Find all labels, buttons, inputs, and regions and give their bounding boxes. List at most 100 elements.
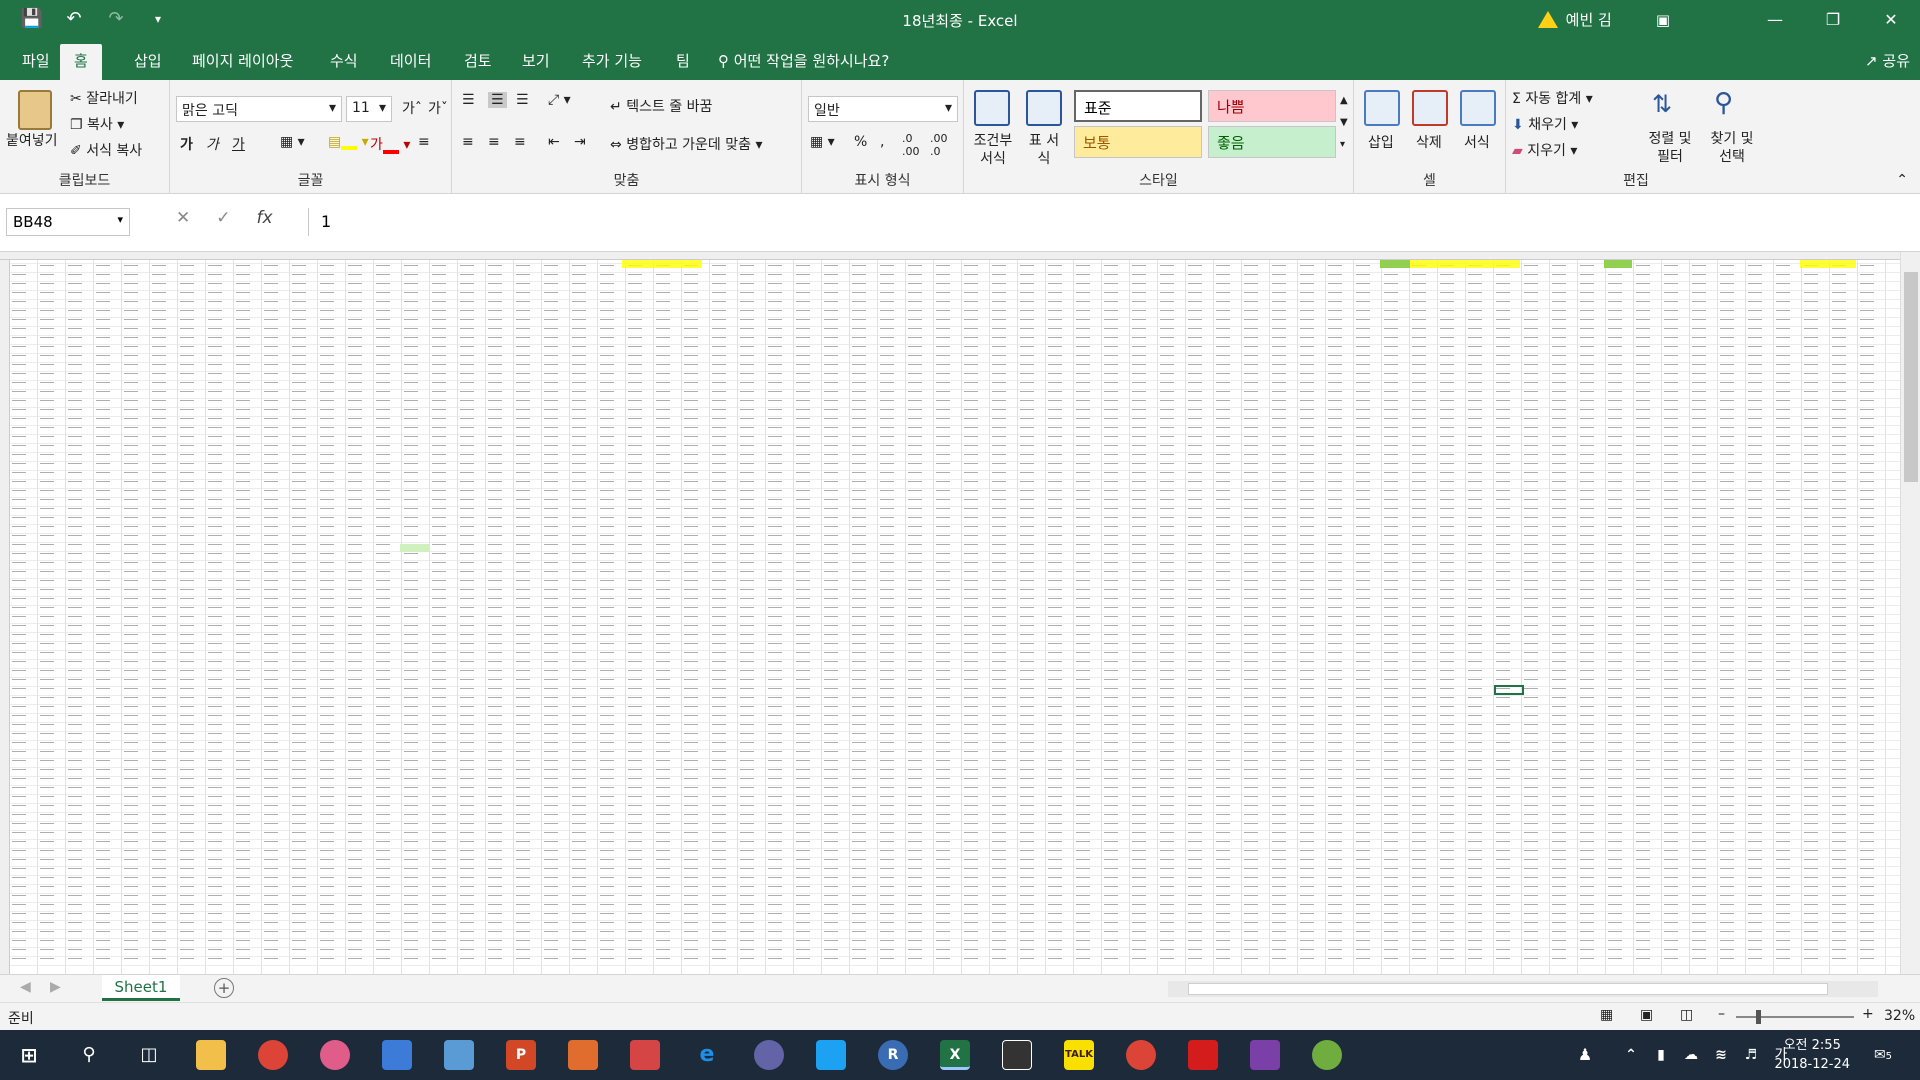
align-middle-button[interactable]: ☰ xyxy=(488,92,507,108)
zoom-out-icon[interactable]: – xyxy=(1718,1006,1725,1022)
find-select-button[interactable]: 찾기 및 선택 xyxy=(1704,130,1760,166)
capture-icon[interactable] xyxy=(630,1040,660,1070)
sort-filter-button[interactable]: 정렬 및 필터 xyxy=(1642,130,1698,166)
merge-center-button[interactable]: ⇔ 병합하고 가운데 맞춤 ▾ xyxy=(610,134,763,154)
visual-studio-icon[interactable] xyxy=(1250,1040,1280,1070)
bold-button[interactable]: 가 xyxy=(180,134,193,154)
chrome-icon-2[interactable] xyxy=(1126,1040,1156,1070)
table-format-button[interactable]: 표 서식 xyxy=(1026,132,1062,168)
notification-icon[interactable]: ✉5 xyxy=(1868,1040,1898,1070)
add-sheet-icon[interactable]: + xyxy=(214,978,234,998)
file-explorer-icon[interactable] xyxy=(196,1040,226,1070)
font-size-select[interactable]: 11 ▾ xyxy=(346,96,392,122)
row-headers[interactable] xyxy=(0,260,10,974)
page-break-view-icon[interactable]: ◫ xyxy=(1680,1007,1693,1023)
app-icon-2[interactable] xyxy=(754,1040,784,1070)
style-good[interactable]: 좋음 xyxy=(1208,126,1336,158)
border-button[interactable]: ▦ ▾ xyxy=(280,134,305,150)
active-cell[interactable] xyxy=(1494,685,1524,695)
r-icon[interactable]: R xyxy=(878,1040,908,1070)
normal-view-icon[interactable]: ▦ xyxy=(1600,1007,1613,1023)
page-layout-view-icon[interactable]: ▣ xyxy=(1640,1007,1653,1023)
sheet-tab-sheet1[interactable]: Sheet1 xyxy=(102,975,180,1001)
horizontal-scroll-thumb[interactable] xyxy=(1188,983,1828,995)
formula-input[interactable]: 1 xyxy=(308,208,1912,236)
cloud-icon[interactable]: ☁ xyxy=(1676,1040,1706,1070)
align-center-button[interactable]: ≡ xyxy=(488,134,500,150)
fill-button[interactable]: ⬇ 채우기 ▾ xyxy=(1512,114,1578,134)
italic-button[interactable]: 가 xyxy=(206,134,219,154)
cube-app-icon[interactable] xyxy=(444,1040,474,1070)
zoom-level[interactable]: 32% xyxy=(1884,1008,1915,1024)
acrobat-icon[interactable] xyxy=(1188,1040,1218,1070)
photos-icon[interactable] xyxy=(1002,1040,1032,1070)
font-grow-button[interactable]: 가ˆ xyxy=(402,98,422,118)
search-icon[interactable]: ⚲ xyxy=(74,1040,104,1070)
maximize-button[interactable]: ❐ xyxy=(1804,0,1862,40)
autosum-button[interactable]: Σ 자동 합계 ▾ xyxy=(1512,88,1593,108)
clock[interactable]: 오전 2:55 2018-12-24 xyxy=(1774,1036,1850,1074)
fill-color-button[interactable]: ▤ ▾ xyxy=(328,134,369,150)
minimize-button[interactable]: — xyxy=(1746,0,1804,40)
style-neutral[interactable]: 보통 xyxy=(1074,126,1202,158)
start-icon[interactable]: ⊞ xyxy=(14,1040,44,1070)
style-bad[interactable]: 나쁨 xyxy=(1208,90,1336,122)
align-top-button[interactable]: ☰ xyxy=(462,92,475,108)
share-button[interactable]: ↗ 공유 xyxy=(1865,50,1910,71)
tray-expand-icon[interactable]: ⌃ xyxy=(1616,1040,1646,1070)
clear-button[interactable]: ▰ 지우기 ▾ xyxy=(1512,140,1577,160)
zoom-slider-thumb[interactable] xyxy=(1756,1010,1761,1024)
delete-cells-button[interactable]: 삭제 xyxy=(1416,132,1442,152)
number-format-select[interactable]: 일반 ▾ xyxy=(808,96,958,122)
name-box[interactable]: BB48 ▾ xyxy=(6,208,130,236)
app-icon[interactable] xyxy=(382,1040,412,1070)
tab-home[interactable]: 홈 xyxy=(60,44,102,80)
underline-button[interactable]: 가 xyxy=(232,134,245,154)
percent-button[interactable]: % xyxy=(854,134,867,150)
edge-icon[interactable]: e xyxy=(692,1040,722,1070)
ribbon-display-icon[interactable]: ▣ xyxy=(1656,11,1670,29)
paste-button[interactable]: 붙여넣기 xyxy=(6,130,58,150)
paint-icon[interactable] xyxy=(320,1040,350,1070)
tab-team[interactable]: 팀 xyxy=(676,50,690,71)
people-icon[interactable]: ♟ xyxy=(1570,1040,1600,1070)
styles-gallery-scroll[interactable]: ▲ ▼ ▾ xyxy=(1340,90,1348,156)
chrome-icon[interactable] xyxy=(258,1040,288,1070)
align-right-button[interactable]: ≡ xyxy=(514,134,526,150)
office-icon[interactable] xyxy=(568,1040,598,1070)
battery-icon[interactable]: ▮ xyxy=(1646,1040,1676,1070)
vertical-scrollbar[interactable] xyxy=(1900,252,1920,974)
conditional-format-button[interactable]: 조건부 서식 xyxy=(970,132,1016,168)
kakaotalk-icon[interactable]: TALK xyxy=(1064,1040,1094,1070)
spreadsheet-grid[interactable] xyxy=(0,252,1900,974)
tell-me-box[interactable]: ⚲ 어떤 작업을 원하시나요? xyxy=(718,50,889,71)
prev-sheet-icon[interactable]: ◀ xyxy=(20,979,31,995)
column-headers[interactable] xyxy=(0,252,1900,260)
font-name-select[interactable]: 맑은 고딕 ▾ xyxy=(176,96,342,122)
tab-page-layout[interactable]: 페이지 레이아웃 xyxy=(192,50,293,71)
style-normal[interactable]: 표준 xyxy=(1074,90,1202,122)
tab-formulas[interactable]: 수식 xyxy=(330,50,358,71)
wifi-icon[interactable]: ≋ xyxy=(1706,1040,1736,1070)
excel-icon[interactable]: X xyxy=(940,1040,970,1070)
app-icon-3[interactable] xyxy=(1312,1040,1342,1070)
copy-button[interactable]: ❐ 복사 ▾ xyxy=(70,114,124,134)
decrease-decimal-button[interactable]: .00.0 xyxy=(930,132,948,158)
close-button[interactable]: ✕ xyxy=(1862,0,1920,40)
phonetic-button[interactable]: ≡ xyxy=(418,134,430,150)
volume-icon[interactable]: ♬ xyxy=(1736,1040,1766,1070)
wrap-text-button[interactable]: ↵ 텍스트 줄 바꿈 xyxy=(610,96,712,116)
insert-function-icon[interactable]: fx xyxy=(257,208,273,228)
align-bottom-button[interactable]: ☰ xyxy=(516,92,529,108)
insert-cells-button[interactable]: 삽입 xyxy=(1368,132,1394,152)
tab-review[interactable]: 검토 xyxy=(464,50,492,71)
instagram-icon[interactable] xyxy=(816,1040,846,1070)
increase-indent-button[interactable]: ⇥ xyxy=(574,134,586,150)
cancel-icon[interactable]: ✕ xyxy=(176,208,190,228)
tab-data[interactable]: 데이터 xyxy=(390,50,431,71)
format-cells-button[interactable]: 서식 xyxy=(1464,132,1490,152)
tab-file[interactable]: 파일 xyxy=(22,50,50,71)
format-painter-button[interactable]: ✐ 서식 복사 xyxy=(70,140,142,160)
orientation-button[interactable]: ⤢ ▾ xyxy=(548,92,571,108)
align-left-button[interactable]: ≡ xyxy=(462,134,474,150)
